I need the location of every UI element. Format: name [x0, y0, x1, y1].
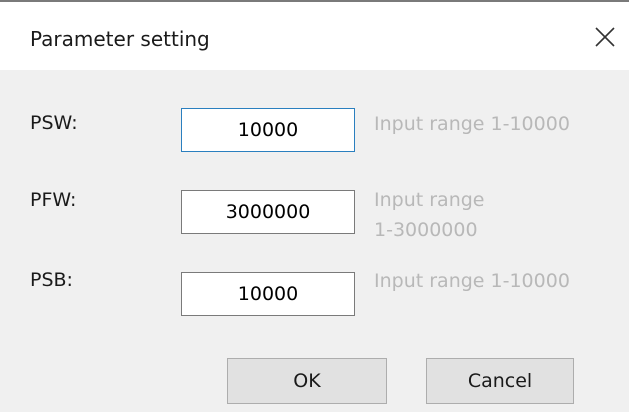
psb-hint: Input range 1-10000: [374, 270, 570, 292]
close-button[interactable]: [590, 22, 620, 52]
psw-input[interactable]: [181, 108, 355, 152]
pfw-label: PFW:: [30, 189, 77, 211]
psb-label: PSB:: [30, 269, 73, 291]
dialog-title: Parameter setting: [30, 27, 210, 51]
pfw-hint-line2: 1-3000000: [374, 219, 478, 241]
psb-input[interactable]: [181, 272, 355, 316]
pfw-input[interactable]: [181, 190, 355, 234]
title-bar-border: [0, 0, 629, 2]
psw-hint: Input range 1-10000: [374, 113, 570, 135]
parameter-setting-dialog: Parameter setting PSW: Input range 1-100…: [0, 0, 629, 412]
close-icon: [595, 27, 615, 47]
pfw-hint: Input range 1-3000000: [374, 185, 484, 245]
cancel-button[interactable]: Cancel: [426, 358, 574, 404]
title-bar: Parameter setting: [0, 0, 629, 70]
pfw-hint-line1: Input range: [374, 189, 485, 211]
ok-button[interactable]: OK: [227, 358, 387, 404]
psw-label: PSW:: [30, 112, 78, 134]
